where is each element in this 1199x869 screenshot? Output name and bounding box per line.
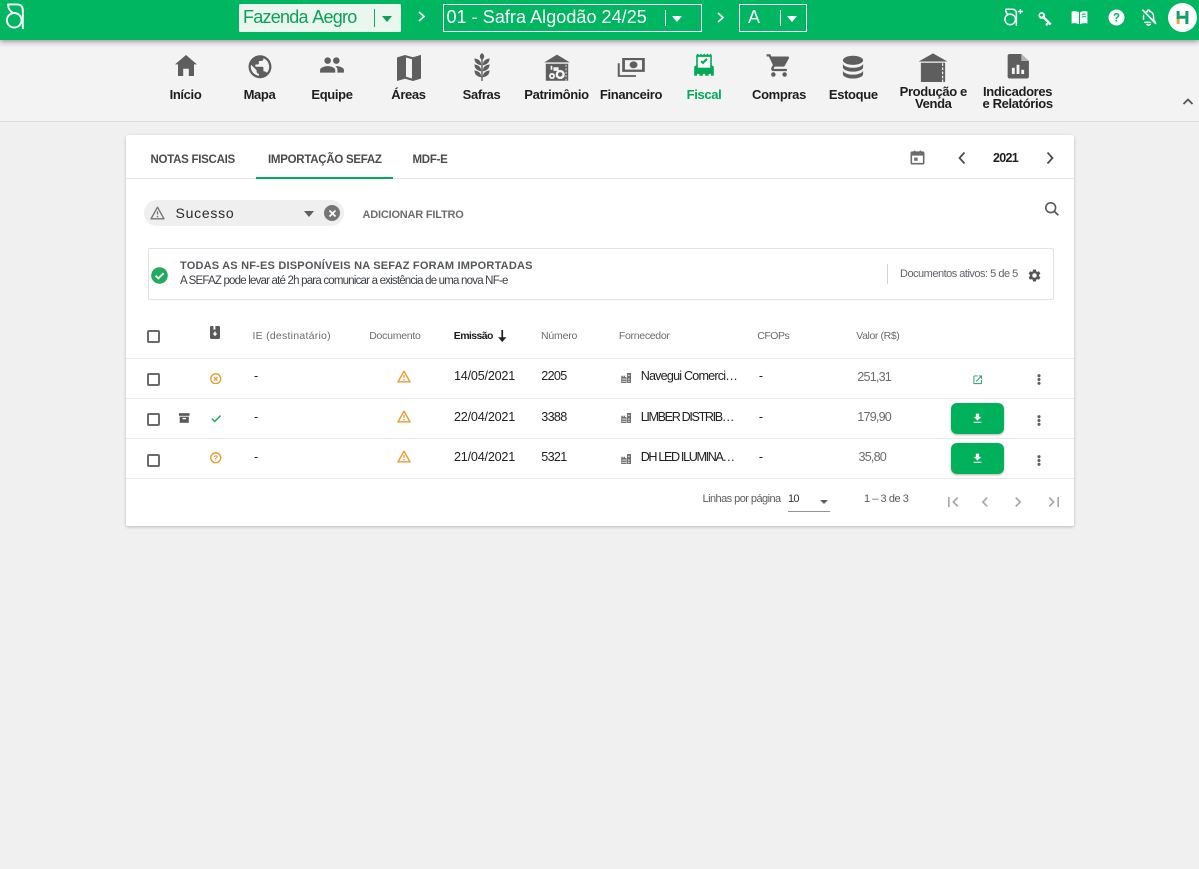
svg-text:?: ? <box>213 454 218 463</box>
svg-text:?: ? <box>1113 13 1120 25</box>
